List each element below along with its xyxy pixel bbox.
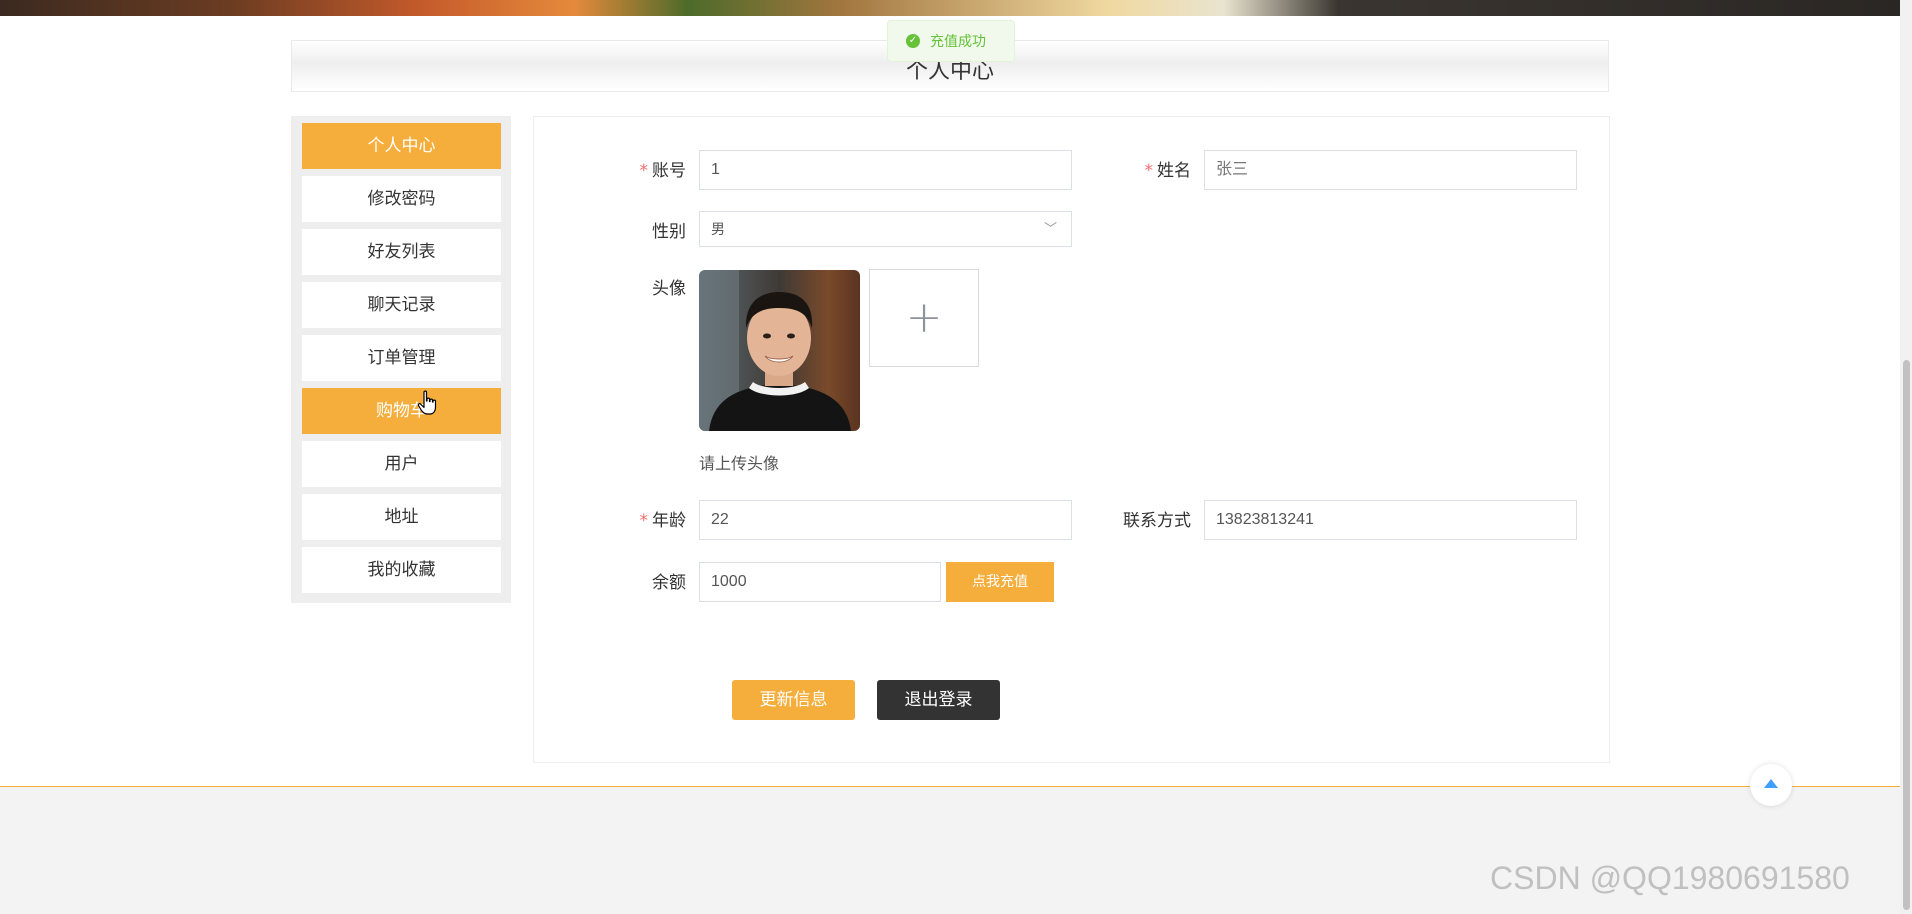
sidebar-item-chat-history[interactable]: 聊天记录 <box>302 282 501 328</box>
avatar-label: 头像 <box>652 279 686 299</box>
balance-input[interactable]: 1000 <box>699 562 941 602</box>
avatar-hint: 请上传头像 <box>699 454 780 473</box>
sidebar-item-friends[interactable]: 好友列表 <box>302 229 501 275</box>
sidebar-item-change-password[interactable]: 修改密码 <box>302 176 501 222</box>
sidebar-item-orders[interactable]: 订单管理 <box>302 335 501 381</box>
age-input[interactable]: 22 <box>699 500 1072 540</box>
toast-message: 充值成功 <box>930 34 986 50</box>
sidebar-item-favorites[interactable]: 我的收藏 <box>302 547 501 593</box>
caret-up-icon <box>1764 779 1778 788</box>
top-banner-image <box>0 0 1912 16</box>
recharge-button[interactable]: 点我充值 <box>946 562 1054 602</box>
sidebar-item-cart[interactable]: 购物车 <box>302 388 501 434</box>
hand-cursor-icon <box>417 390 437 415</box>
account-label: * 账号 <box>639 161 687 181</box>
avatar-upload-button[interactable]: + <box>869 269 979 367</box>
sidebar-item-address[interactable]: 地址 <box>302 494 501 540</box>
back-to-top-button[interactable] <box>1750 764 1792 806</box>
sidebar-item-users[interactable]: 用户 <box>302 441 501 487</box>
check-circle-icon: ✓ <box>906 34 920 48</box>
chevron-down-icon: ﹀ <box>1043 221 1057 236</box>
name-label: * 姓名 <box>1144 161 1192 181</box>
age-label: * 年龄 <box>639 511 687 531</box>
success-toast: ✓ 充值成功 <box>887 20 1015 62</box>
sidebar: 个人中心 修改密码 好友列表 聊天记录 订单管理 购物车 用户 地址 我的收藏 <box>291 116 511 603</box>
plus-icon: + <box>905 292 943 343</box>
contact-input[interactable]: 13823813241 <box>1204 500 1577 540</box>
gender-select[interactable]: 男 ﹀ <box>699 211 1072 247</box>
update-info-button[interactable]: 更新信息 <box>732 680 855 720</box>
balance-label: 余额 <box>652 573 686 593</box>
scrollbar-thumb[interactable] <box>1903 360 1910 910</box>
sidebar-item-profile[interactable]: 个人中心 <box>302 123 501 169</box>
logout-button[interactable]: 退出登录 <box>877 680 1000 720</box>
contact-label: 联系方式 <box>1123 511 1191 531</box>
avatar-image <box>699 270 860 431</box>
gender-label: 性别 <box>652 222 686 242</box>
watermark: CSDN @QQ1980691580 <box>1490 860 1850 896</box>
name-input[interactable]: 张三 <box>1204 150 1577 190</box>
account-input[interactable]: 1 <box>699 150 1072 190</box>
